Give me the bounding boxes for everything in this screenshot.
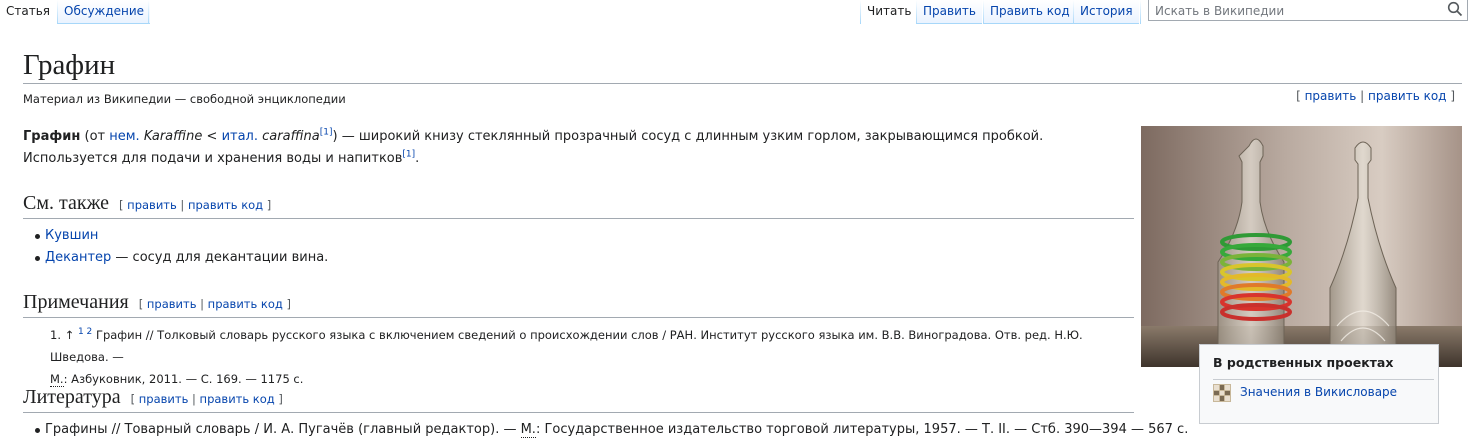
see-also-list: Кувшин Декантер — сосуд для декантации в… — [33, 225, 328, 269]
site-subtitle: Материал из Википедии — свободной энцикл… — [23, 92, 346, 106]
wiktionary-icon — [1213, 384, 1231, 402]
tab-edit-source[interactable]: Править код — [984, 0, 1076, 24]
sister-link-wiktionary[interactable]: Значения в Викисловаре — [1240, 385, 1397, 399]
reference-item: 1. ↑ 1 2 Графин // Толковый словарь русс… — [50, 327, 1083, 387]
section-edit-source-link[interactable]: править код — [188, 198, 263, 212]
section-edit-link[interactable]: править — [139, 392, 189, 406]
section-heading-see-also: См. также[ править | править код ] — [23, 190, 1134, 219]
carafe-image[interactable] — [1141, 126, 1462, 367]
link-dekanter[interactable]: Декантер — [45, 250, 111, 265]
tab-bar: Статья Обсуждение Читать Править Править… — [0, 0, 1472, 24]
page-title: Графин — [23, 48, 1462, 84]
ref-backlink-b[interactable]: 2 — [87, 327, 93, 337]
search-input[interactable] — [1149, 1, 1439, 21]
list-item: Декантер — сосуд для декантации вина. — [33, 247, 328, 269]
divider — [1213, 379, 1434, 380]
sister-projects-title: В родственных проектах — [1213, 355, 1394, 370]
tab-separator — [148, 0, 149, 24]
section-edit-source-link[interactable]: править код — [208, 297, 283, 311]
carafe-photo — [1141, 126, 1462, 367]
section-edit-links: [ править | править код ] — [119, 198, 272, 212]
list-item: Кувшин — [33, 225, 328, 247]
tab-edit[interactable]: Править — [917, 0, 982, 24]
edit-link[interactable]: править — [1305, 89, 1357, 103]
list-item: Графины // Товарный словарь / И. А. Пуга… — [33, 419, 1188, 441]
section-edit-link[interactable]: править — [127, 198, 177, 212]
tab-talk[interactable]: Обсуждение — [58, 0, 151, 24]
tab-history[interactable]: История — [1074, 0, 1139, 24]
footnote-ref[interactable]: [1] — [402, 150, 415, 160]
lang-link-italian[interactable]: итал. — [222, 129, 258, 144]
ref-backlink-a[interactable]: 1 — [78, 327, 84, 337]
tab-article[interactable]: Статья — [0, 0, 57, 24]
section-edit-link[interactable]: править — [147, 297, 197, 311]
tab-separator — [1140, 0, 1141, 24]
page-edit-links: [ править | править код ] — [1296, 89, 1455, 103]
link-kuvshin[interactable]: Кувшин — [45, 228, 98, 243]
section-heading-literature: Литература[ править | править код ] — [23, 384, 1134, 413]
section-edit-links: [ править | править код ] — [138, 297, 292, 311]
lead-term: Графин — [23, 129, 81, 144]
lead-paragraph: Графин (от нем. Karaffine < итал. caraff… — [23, 127, 1044, 166]
search-icon[interactable] — [1447, 1, 1463, 17]
section-heading-notes: Примечания[ править | править код ] — [23, 289, 1134, 318]
tab-read[interactable]: Читать — [861, 0, 918, 24]
lang-link-german[interactable]: нем. — [109, 129, 139, 144]
literature-list: Графины // Товарный словарь / И. А. Пуга… — [33, 419, 1188, 441]
section-edit-source-link[interactable]: править код — [200, 392, 275, 406]
section-edit-links: [ править | править код ] — [130, 392, 283, 406]
search-box — [1148, 0, 1468, 21]
edit-source-link[interactable]: править код — [1368, 89, 1446, 103]
abbr-city: М. — [520, 422, 536, 438]
footnote-ref[interactable]: [1] — [320, 128, 333, 138]
sister-projects-box: В родственных проектах Значения в Викисл… — [1199, 344, 1439, 424]
